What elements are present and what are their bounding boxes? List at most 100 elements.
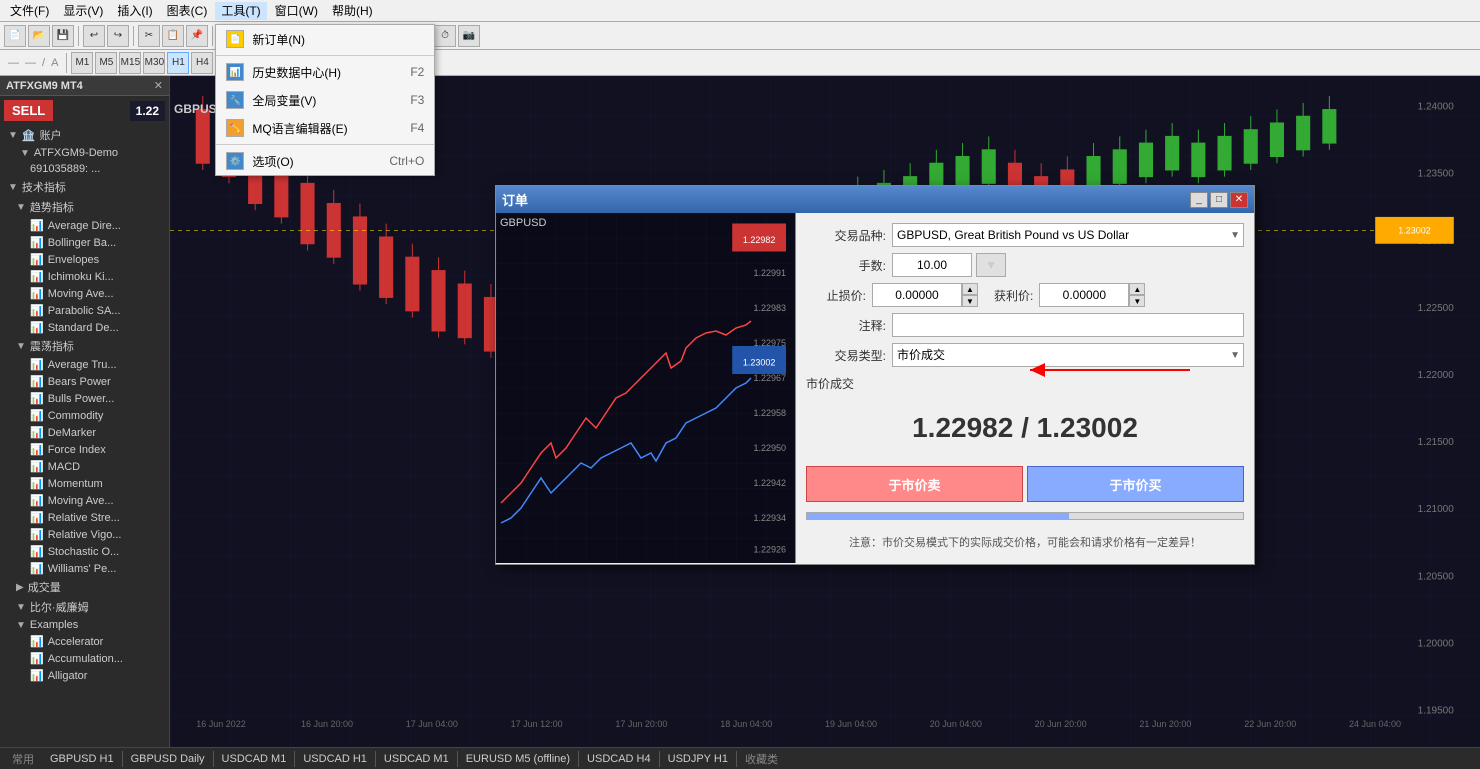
tb-cut[interactable]: ✂: [138, 25, 160, 47]
dropdown-editor[interactable]: ✏️ MQ语言编辑器(E) F4: [216, 114, 434, 142]
tree-envelopes[interactable]: 📊 Envelopes: [0, 251, 169, 268]
tree-movingave2[interactable]: 📊 Moving Ave...: [0, 492, 169, 509]
takeprofit-input[interactable]: [1039, 283, 1129, 307]
dropdown-shortcut-1: F2: [410, 65, 424, 79]
tree-account-id[interactable]: 691035889: ...: [0, 161, 169, 177]
sell-market-btn[interactable]: 于市价卖: [806, 466, 1023, 502]
takeprofit-up-btn[interactable]: ▲: [1129, 283, 1145, 295]
tree-avgdire[interactable]: 📊 Average Dire...: [0, 217, 169, 234]
tree-bearspower[interactable]: 📊 Bears Power: [0, 373, 169, 390]
tf-m5[interactable]: M5: [95, 52, 117, 74]
tb-undo[interactable]: ↩: [83, 25, 105, 47]
dropdown-history-label: 历史数据中心(H): [252, 64, 341, 81]
status-tab-usdcad-h1[interactable]: USDCAD H1: [295, 751, 376, 767]
tree-examples-group[interactable]: ▼ Examples: [0, 617, 169, 633]
progress-bar: [806, 512, 1244, 520]
tree-bill-group[interactable]: ▼ 比尔·威廉姆: [0, 597, 169, 617]
status-tab-usdcad-h4[interactable]: USDCAD H4: [579, 751, 660, 767]
status-tab-eurusd-offline[interactable]: EURUSD M5 (offline): [458, 751, 579, 767]
menu-insert[interactable]: 插入(I): [111, 0, 158, 21]
dropdown-new-order[interactable]: 📄 新订单(N): [216, 25, 434, 53]
tb-new[interactable]: 📄: [4, 25, 26, 47]
tree-volume-group[interactable]: ▶ 成交量: [0, 577, 169, 597]
symbol-select[interactable]: GBPUSD, Great British Pound vs US Dollar: [892, 223, 1244, 247]
tb-screenshot[interactable]: 📷: [458, 25, 480, 47]
tf-m30[interactable]: M30: [143, 52, 165, 74]
tb-timer[interactable]: ⏱: [434, 25, 456, 47]
status-tab-usdcad-m1-1[interactable]: USDCAD M1: [214, 751, 296, 767]
takeprofit-down-btn[interactable]: ▼: [1129, 295, 1145, 307]
tree-account-name[interactable]: ▼ ATFXGM9-Demo: [0, 145, 169, 161]
tb-save[interactable]: 💾: [52, 25, 74, 47]
lots-dropdown-btn[interactable]: ▼: [976, 253, 1006, 277]
svg-text:22 Jun 20:00: 22 Jun 20:00: [1244, 719, 1296, 729]
tree-commodity[interactable]: 📊 Commodity: [0, 407, 169, 424]
tree-alligator[interactable]: 📊 Alligator: [0, 667, 169, 684]
tf-m1[interactable]: M1: [71, 52, 93, 74]
price-separator: /: [1021, 412, 1037, 443]
tree-tech-indicators[interactable]: ▼ 技术指标: [0, 177, 169, 197]
tree-stochastic[interactable]: 📊 Stochastic O...: [0, 543, 169, 560]
tree-relativevigo[interactable]: 📊 Relative Vigo...: [0, 526, 169, 543]
dropdown-options[interactable]: ⚙️ 选项(O) Ctrl+O: [216, 147, 434, 175]
tb-open[interactable]: 📂: [28, 25, 50, 47]
buy-market-btn[interactable]: 于市价买: [1027, 466, 1244, 502]
menu-help[interactable]: 帮助(H): [326, 0, 379, 21]
tree-demarker[interactable]: 📊 DeMarker: [0, 424, 169, 441]
status-tab-usdcad-m1-2[interactable]: USDCAD M1: [376, 751, 458, 767]
svg-text:16 Jun 2022: 16 Jun 2022: [196, 719, 246, 729]
panel-close-btn[interactable]: ✕: [154, 79, 163, 92]
menu-bar: 文件(F) 显示(V) 插入(I) 图表(C) 工具(T) 📄 新订单(N) 📊…: [0, 0, 1480, 22]
account-label: 账户: [40, 127, 62, 143]
tree-movingave1[interactable]: 📊 Moving Ave...: [0, 285, 169, 302]
status-tab-gbpusd-daily[interactable]: GBPUSD Daily: [123, 751, 214, 767]
tree-avgtrue[interactable]: 📊 Average Tru...: [0, 356, 169, 373]
tree-standardde[interactable]: 📊 Standard De...: [0, 319, 169, 336]
tree-macd[interactable]: 📊 MACD: [0, 458, 169, 475]
tree-oscillator-group[interactable]: ▼ 震荡指标: [0, 336, 169, 356]
tree-forceindex[interactable]: 📊 Force Index: [0, 441, 169, 458]
dropdown-history[interactable]: 📊 历史数据中心(H) F2: [216, 58, 434, 86]
sell-button[interactable]: SELL: [4, 100, 53, 121]
tf-m15[interactable]: M15: [119, 52, 141, 74]
tb-redo[interactable]: ↪: [107, 25, 129, 47]
menu-view[interactable]: 显示(V): [57, 0, 109, 21]
tree-accumulation[interactable]: 📊 Accumulation...: [0, 650, 169, 667]
stoploss-input[interactable]: [872, 283, 962, 307]
lots-input[interactable]: [892, 253, 972, 277]
tree-relativestre[interactable]: 📊 Relative Stre...: [0, 509, 169, 526]
bollinger-icon: 📊: [30, 236, 44, 249]
tree-accelerator[interactable]: 📊 Accelerator: [0, 633, 169, 650]
tree-trend-group[interactable]: ▼ 趋势指标: [0, 197, 169, 217]
tree-bollinger[interactable]: 📊 Bollinger Ba...: [0, 234, 169, 251]
menu-tools[interactable]: 工具(T): [215, 2, 266, 20]
tree-parabolicsa[interactable]: 📊 Parabolic SA...: [0, 302, 169, 319]
momentum-icon: 📊: [30, 477, 44, 490]
tree-ichimoku[interactable]: 📊 Ichimoku Ki...: [0, 268, 169, 285]
menu-window[interactable]: 窗口(W): [269, 0, 324, 21]
dropdown-globalvars[interactable]: 🔧 全局变量(V) F3: [216, 86, 434, 114]
dialog-maximize-btn[interactable]: □: [1210, 192, 1228, 208]
tree-momentum[interactable]: 📊 Momentum: [0, 475, 169, 492]
stoploss-up-btn[interactable]: ▲: [962, 283, 978, 295]
dialog-minimize-btn[interactable]: _: [1190, 192, 1208, 208]
price-display: 1.22982 / 1.23002: [806, 400, 1244, 456]
svg-text:1.21000: 1.21000: [1418, 504, 1455, 515]
tb-paste[interactable]: 📌: [186, 25, 208, 47]
menu-file[interactable]: 文件(F): [4, 0, 55, 21]
svg-text:21 Jun 20:00: 21 Jun 20:00: [1139, 719, 1191, 729]
tree-account-group[interactable]: ▼ 🏦 账户: [0, 125, 169, 145]
menu-chart[interactable]: 图表(C): [161, 0, 214, 21]
status-tab-gbpusd-h1[interactable]: GBPUSD H1: [42, 751, 123, 767]
tree-williams[interactable]: 📊 Williams' Pe...: [0, 560, 169, 577]
tb-copy[interactable]: 📋: [162, 25, 184, 47]
tf-h1[interactable]: H1: [167, 52, 189, 74]
movingave2-icon: 📊: [30, 494, 44, 507]
comment-input[interactable]: [892, 313, 1244, 337]
status-tab-usdjpy-h1[interactable]: USDJPY H1: [660, 751, 737, 767]
dialog-close-btn[interactable]: ✕: [1230, 192, 1248, 208]
svg-text:1.19500: 1.19500: [1418, 705, 1455, 716]
tf-h4[interactable]: H4: [191, 52, 213, 74]
stoploss-down-btn[interactable]: ▼: [962, 295, 978, 307]
tree-bullspower[interactable]: 📊 Bulls Power...: [0, 390, 169, 407]
